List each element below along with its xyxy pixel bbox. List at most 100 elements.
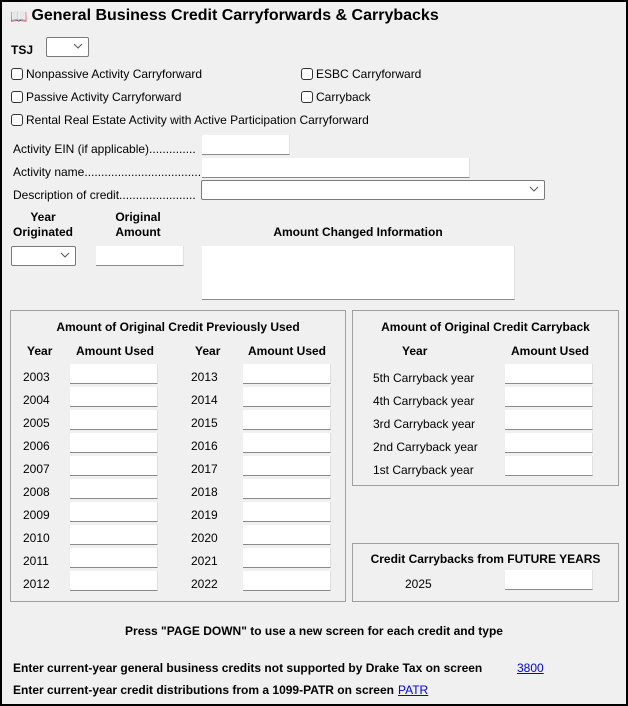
future-year: 2025: [405, 577, 432, 591]
carryback-col-year: Year: [402, 344, 428, 358]
year-label: 2015: [191, 416, 218, 430]
previously-used-title: Amount of Original Credit Previously Use…: [56, 320, 300, 334]
activity-ein-label: Activity EIN (if applicable)............…: [13, 142, 196, 156]
carryback-year-label: 1st Carryback year: [373, 463, 474, 477]
future-title: Credit Carrybacks from FUTURE YEARS: [370, 552, 601, 566]
future-amount-input[interactable]: [505, 570, 593, 590]
tsj-select[interactable]: [46, 37, 89, 57]
year-label: 2022: [191, 577, 218, 591]
amount-used-input[interactable]: [70, 456, 158, 476]
year-originated-header: Year Originated: [12, 210, 73, 239]
checkbox-passive[interactable]: Passive Activity Carryforward: [11, 90, 181, 104]
screen-patr-link[interactable]: PATR: [398, 683, 428, 697]
amount-used-input[interactable]: [243, 571, 331, 591]
screen: 📖 General Business Credit Carryforwards …: [2, 2, 626, 704]
amount-used-input[interactable]: [243, 479, 331, 499]
book-icon: 📖: [10, 7, 28, 24]
year-label: 2010: [23, 531, 50, 545]
checkbox-rental-real-estate[interactable]: Rental Real Estate Activity with Active …: [11, 113, 369, 127]
carryback-col-amount: Amount Used: [511, 344, 589, 358]
amount-used-input[interactable]: [243, 410, 331, 430]
amount-used-input[interactable]: [243, 502, 331, 522]
description-select[interactable]: [201, 180, 545, 200]
carryback-year-label: 4th Carryback year: [373, 394, 475, 408]
amount-changed-header: Amount Changed Information: [273, 225, 443, 239]
amount-used-input[interactable]: [243, 433, 331, 453]
checkbox-box[interactable]: [301, 68, 313, 80]
activity-name-input[interactable]: [202, 158, 470, 178]
amount-used-input[interactable]: [243, 548, 331, 568]
amount-used-input[interactable]: [243, 525, 331, 545]
footer-line1-text: Enter current-year general business cred…: [13, 661, 483, 675]
amount-used-input[interactable]: [70, 410, 158, 430]
checkbox-label: Carryback: [316, 90, 371, 104]
year-label: 2019: [191, 508, 218, 522]
checkbox-label: Rental Real Estate Activity with Active …: [26, 113, 369, 127]
footer-line2-text: Enter current-year credit distributions …: [13, 683, 394, 697]
year-label: 2016: [191, 439, 218, 453]
carryback-amount-input[interactable]: [505, 387, 593, 407]
col-amount-left: Amount Used: [76, 344, 154, 358]
amount-changed-textarea[interactable]: [202, 246, 515, 300]
year-label: 2020: [191, 531, 218, 545]
checkbox-esbc[interactable]: ESBC Carryforward: [301, 67, 421, 81]
description-label: Description of credit...................…: [13, 188, 196, 202]
amount-used-input[interactable]: [70, 387, 158, 407]
checkbox-label: ESBC Carryforward: [316, 67, 422, 81]
checkbox-box[interactable]: [11, 114, 23, 126]
tsj-label: TSJ: [11, 43, 34, 57]
amount-used-input[interactable]: [70, 525, 158, 545]
carryback-amount-input[interactable]: [505, 456, 593, 476]
amount-used-input[interactable]: [70, 502, 158, 522]
amount-used-input[interactable]: [70, 364, 158, 384]
original-amount-input[interactable]: [96, 246, 184, 266]
checkbox-label: Passive Activity Carryforward: [26, 90, 182, 104]
chevron-down-icon: [60, 252, 70, 258]
year-label: 2006: [23, 439, 50, 453]
year-label: 2003: [23, 370, 50, 384]
page-title-text: General Business Credit Carryforwards & …: [31, 7, 439, 24]
checkbox-carryback[interactable]: Carryback: [301, 90, 371, 104]
col-amount-right: Amount Used: [248, 344, 326, 358]
checkbox-box[interactable]: [301, 91, 313, 103]
amount-used-input[interactable]: [243, 387, 331, 407]
year-label: 2008: [23, 485, 50, 499]
amount-used-input[interactable]: [70, 548, 158, 568]
year-label: 2011: [23, 554, 49, 568]
previously-used-group: Amount of Original Credit Previously Use…: [10, 310, 346, 602]
amount-used-input[interactable]: [243, 364, 331, 384]
carryback-amount-input[interactable]: [505, 364, 593, 384]
screen-3800-link[interactable]: 3800: [517, 661, 544, 675]
year-label: 2004: [23, 393, 50, 407]
year-label: 2014: [191, 393, 218, 407]
year-originated-select[interactable]: [11, 246, 76, 266]
amount-used-input[interactable]: [70, 433, 158, 453]
col-year-left: Year: [27, 344, 53, 358]
activity-ein-input[interactable]: [202, 135, 290, 155]
checkbox-label: Nonpassive Activity Carryforward: [26, 67, 203, 81]
year-label: 2009: [23, 508, 50, 522]
checkbox-box[interactable]: [11, 68, 23, 80]
checkbox-nonpassive[interactable]: Nonpassive Activity Carryforward: [11, 67, 202, 81]
carryback-group: Amount of Original Credit Carryback Year…: [352, 310, 619, 486]
carryback-year-label: 5th Carryback year: [373, 371, 475, 385]
future-carrybacks-group: Credit Carrybacks from FUTURE YEARS 2025: [352, 543, 619, 602]
amount-used-input[interactable]: [70, 479, 158, 499]
amount-used-input[interactable]: [70, 571, 158, 591]
chevron-down-icon: [529, 186, 539, 192]
activity-name-label: Activity name...........................…: [13, 165, 205, 179]
chevron-down-icon: [73, 43, 83, 49]
carryback-title: Amount of Original Credit Carryback: [381, 320, 590, 334]
amount-used-input[interactable]: [243, 456, 331, 476]
year-label: 2007: [23, 462, 50, 476]
carryback-amount-input[interactable]: [505, 410, 593, 430]
original-amount-header: Original Amount: [115, 210, 161, 239]
year-label: 2013: [191, 370, 218, 384]
carryback-amount-input[interactable]: [505, 433, 593, 453]
year-label: 2005: [23, 416, 50, 430]
page-down-note: Press "PAGE DOWN" to use a new screen fo…: [125, 624, 503, 638]
year-label: 2012: [23, 577, 50, 591]
year-label: 2018: [191, 485, 218, 499]
carryback-year-label: 3rd Carryback year: [373, 417, 476, 431]
checkbox-box[interactable]: [11, 91, 23, 103]
